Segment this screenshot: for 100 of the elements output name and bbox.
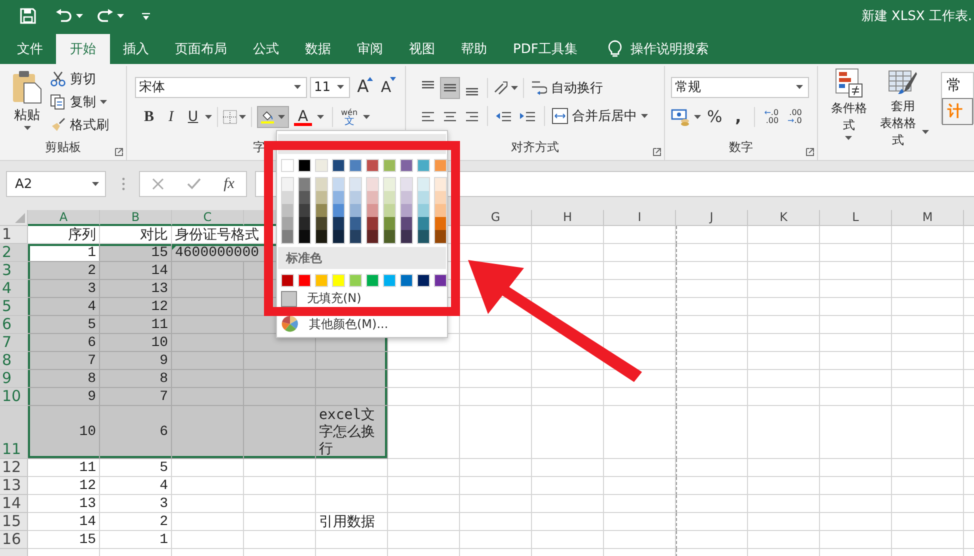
column-header[interactable]: C bbox=[172, 210, 244, 226]
color-swatch[interactable] bbox=[350, 217, 361, 230]
caret-icon[interactable] bbox=[641, 114, 648, 118]
color-swatch[interactable] bbox=[298, 159, 311, 172]
color-swatch[interactable] bbox=[349, 159, 362, 172]
column-header[interactable]: J bbox=[676, 210, 748, 226]
color-swatch[interactable] bbox=[316, 191, 327, 204]
color-swatch[interactable] bbox=[418, 191, 429, 204]
ribbon-tab[interactable]: 视图 bbox=[396, 34, 448, 64]
grow-font-button[interactable]: A bbox=[353, 76, 373, 98]
color-swatch[interactable] bbox=[400, 159, 413, 172]
color-swatch[interactable] bbox=[367, 217, 378, 230]
color-swatch[interactable] bbox=[349, 274, 362, 287]
text-orientation-icon[interactable] bbox=[493, 80, 509, 96]
color-swatch[interactable] bbox=[282, 217, 293, 230]
color-swatch[interactable] bbox=[435, 204, 446, 217]
color-swatch[interactable] bbox=[281, 159, 294, 172]
font-size-dropdown[interactable]: 11 bbox=[310, 76, 350, 98]
row-header[interactable]: 15 bbox=[0, 513, 28, 531]
caret-icon[interactable] bbox=[294, 85, 301, 89]
redo-icon[interactable] bbox=[97, 9, 113, 23]
color-swatch[interactable] bbox=[400, 274, 413, 287]
number-format-dropdown[interactable]: 常规 bbox=[671, 76, 809, 98]
ribbon-tab[interactable]: 审阅 bbox=[344, 34, 396, 64]
color-swatch[interactable] bbox=[418, 204, 429, 217]
row-header[interactable]: 1 bbox=[0, 226, 28, 244]
row-header[interactable]: 7 bbox=[0, 334, 28, 352]
caret-icon[interactable] bbox=[76, 14, 83, 18]
more-options-icon[interactable] bbox=[122, 177, 125, 191]
color-swatch[interactable] bbox=[298, 274, 311, 287]
cell-style-item[interactable]: 常 bbox=[942, 73, 973, 98]
copy-button[interactable]: 复制 bbox=[48, 92, 111, 112]
row-header[interactable]: 3 bbox=[0, 262, 28, 280]
color-swatch[interactable] bbox=[434, 159, 447, 172]
decrease-decimal-button[interactable]: .00 →.0 bbox=[784, 106, 805, 128]
underline-button[interactable]: U bbox=[183, 106, 203, 128]
color-swatch[interactable] bbox=[299, 178, 310, 191]
caret-icon[interactable] bbox=[845, 136, 852, 140]
ribbon-tab[interactable]: 数据 bbox=[292, 34, 344, 64]
color-swatch[interactable] bbox=[435, 217, 446, 230]
phonetic-button[interactable]: wén 文 bbox=[338, 106, 373, 128]
color-swatch[interactable] bbox=[333, 230, 344, 243]
color-swatch[interactable] bbox=[332, 159, 345, 172]
mid-align-button[interactable] bbox=[440, 77, 460, 99]
shrink-font-button[interactable]: A bbox=[376, 76, 396, 98]
caret-icon[interactable] bbox=[239, 115, 246, 119]
color-swatch[interactable] bbox=[401, 230, 412, 243]
color-swatch[interactable] bbox=[435, 230, 446, 243]
caret-icon[interactable] bbox=[511, 86, 518, 90]
column-header[interactable]: H bbox=[532, 210, 604, 226]
color-swatch[interactable] bbox=[418, 217, 429, 230]
color-swatch[interactable] bbox=[350, 204, 361, 217]
conditional-format-button[interactable]: 条件格式 bbox=[826, 66, 872, 156]
row-header[interactable]: 8 bbox=[0, 352, 28, 370]
color-swatch[interactable] bbox=[367, 230, 378, 243]
ribbon-tab[interactable]: 帮助 bbox=[448, 34, 500, 64]
ribbon-tab[interactable]: 页面布局 bbox=[162, 34, 240, 64]
color-swatch[interactable] bbox=[299, 217, 310, 230]
row-header[interactable]: 12 bbox=[0, 459, 28, 477]
color-swatch[interactable] bbox=[350, 191, 361, 204]
color-swatch[interactable] bbox=[316, 178, 327, 191]
row-header[interactable]: 4 bbox=[0, 280, 28, 298]
customize-icon[interactable] bbox=[142, 12, 150, 20]
color-swatch[interactable] bbox=[435, 178, 446, 191]
color-swatch[interactable] bbox=[418, 230, 429, 243]
column-header[interactable]: B bbox=[100, 210, 172, 226]
ribbon-tab[interactable]: 开始 bbox=[56, 34, 110, 64]
column-header[interactable]: M bbox=[892, 210, 964, 226]
check-icon[interactable] bbox=[186, 178, 201, 190]
color-swatch[interactable] bbox=[299, 191, 310, 204]
color-swatch[interactable] bbox=[350, 178, 361, 191]
color-swatch[interactable] bbox=[333, 191, 344, 204]
color-swatch[interactable] bbox=[401, 204, 412, 217]
ribbon-tab[interactable]: 插入 bbox=[110, 34, 162, 64]
row-header[interactable]: 11 bbox=[0, 406, 28, 459]
currency-icon[interactable] bbox=[671, 108, 691, 126]
color-swatch[interactable] bbox=[418, 178, 429, 191]
color-swatch[interactable] bbox=[384, 217, 395, 230]
dialog-launcher-icon[interactable] bbox=[806, 148, 814, 156]
color-swatch[interactable] bbox=[282, 178, 293, 191]
caret-icon[interactable] bbox=[100, 100, 107, 104]
color-swatch[interactable] bbox=[367, 204, 378, 217]
fill-color-button[interactable] bbox=[257, 106, 289, 128]
color-swatch[interactable] bbox=[333, 178, 344, 191]
row-header[interactable]: 6 bbox=[0, 316, 28, 334]
caret-icon[interactable] bbox=[796, 85, 803, 89]
color-swatch[interactable] bbox=[299, 230, 310, 243]
undo-icon[interactable] bbox=[56, 9, 72, 23]
color-swatch[interactable] bbox=[384, 204, 395, 217]
row-header[interactable]: 10 bbox=[0, 388, 28, 406]
caret-icon[interactable] bbox=[24, 126, 30, 130]
color-swatch[interactable] bbox=[350, 230, 361, 243]
color-swatch[interactable] bbox=[401, 217, 412, 230]
color-swatch[interactable] bbox=[366, 159, 379, 172]
color-swatch[interactable] bbox=[333, 204, 344, 217]
bold-button[interactable]: B bbox=[139, 106, 159, 128]
lightbulb-icon[interactable] bbox=[608, 40, 622, 58]
color-swatch[interactable] bbox=[417, 274, 430, 287]
row-header[interactable]: 13 bbox=[0, 477, 28, 495]
color-swatch[interactable] bbox=[417, 159, 430, 172]
